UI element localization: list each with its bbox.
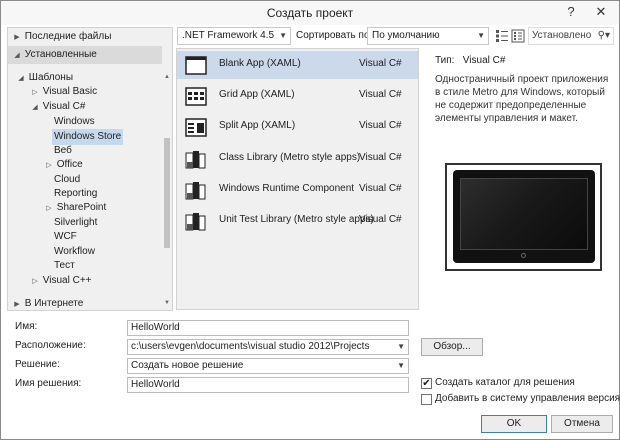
tree-visual-basic[interactable]: ▷ Visual Basic: [30, 84, 97, 100]
search-icon[interactable]: ⚲▾: [598, 28, 610, 44]
template-type: Тип: Visual C#: [435, 55, 506, 66]
chevron-down-icon: ▼: [477, 31, 485, 40]
add-vcs-label: Добавить в систему управления версиями: [435, 393, 620, 404]
tree-online[interactable]: ▶ В Интернете: [12, 296, 83, 312]
name-input[interactable]: HelloWorld: [127, 320, 409, 336]
chevron-down-icon: ▼: [279, 31, 287, 40]
collapse-arrow-icon: ◢: [32, 104, 38, 111]
tree-test[interactable]: Тест: [54, 258, 75, 274]
tree-visual-cpp[interactable]: ▷ Visual C++: [30, 273, 91, 289]
scroll-down-icon[interactable]: ▼: [162, 300, 172, 306]
sort-select[interactable]: По умолчанию ▼: [367, 27, 489, 45]
blank-app-icon: [185, 56, 207, 75]
search-installed-input[interactable]: Установлено ⚲▾: [528, 27, 614, 45]
close-button[interactable]: ✕: [587, 1, 615, 23]
collapse-arrow-icon: ◢: [14, 52, 20, 59]
framework-select[interactable]: .NET Framework 4.5 ▼: [177, 27, 291, 45]
tree-recent[interactable]: ▶ Последние файлы: [12, 29, 111, 45]
template-item-unit-test-library[interactable]: Unit Test Library (Metro style apps) Vis…: [177, 207, 418, 235]
create-dir-label: Создать каталог для решения: [435, 377, 575, 388]
add-vcs-checkbox[interactable]: [421, 394, 432, 405]
scroll-up-icon[interactable]: ▲: [162, 74, 172, 80]
template-preview-image: [445, 163, 602, 271]
sort-label: Сортировать по:: [296, 30, 373, 41]
class-library-icon: [185, 151, 206, 169]
tree-office[interactable]: ▷ Office: [44, 157, 82, 173]
tree-windows[interactable]: Windows: [54, 114, 95, 130]
template-item-split-app[interactable]: Split App (XAML) Visual C#: [177, 113, 418, 141]
solution-name-input[interactable]: HelloWorld: [127, 377, 409, 393]
expand-arrow-icon: ▶: [14, 34, 20, 41]
tree-sharepoint[interactable]: ▷ SharePoint: [44, 200, 106, 216]
new-project-dialog: Создать проект ? ✕ ▶ Последние файлы ◢ У…: [0, 0, 620, 440]
tree-installed[interactable]: ◢ Установленные: [12, 47, 97, 63]
expand-arrow-icon: ▷: [46, 162, 52, 169]
location-input[interactable]: c:\users\evgen\documents\visual studio 2…: [127, 339, 409, 355]
template-description: Одностраничный проект приложения в стиле…: [435, 74, 609, 124]
tree-scrollbar[interactable]: ▲ ▼: [162, 28, 172, 310]
collapse-arrow-icon: ◢: [18, 75, 24, 82]
create-dir-checkbox[interactable]: ✔: [421, 378, 432, 389]
name-label: Имя:: [15, 321, 38, 332]
template-item-runtime-component[interactable]: Windows Runtime Component Visual C#: [177, 176, 418, 204]
location-label: Расположение:: [15, 340, 86, 351]
chevron-down-icon: ▼: [397, 342, 405, 351]
cancel-button[interactable]: Отмена: [551, 415, 613, 433]
solution-select[interactable]: Создать новое решение ▼: [127, 358, 409, 374]
template-tree: ▶ Последние файлы ◢ Установленные ◢ Шабл…: [7, 27, 173, 311]
solution-name-label: Имя решения:: [15, 378, 82, 389]
solution-label: Решение:: [15, 359, 60, 370]
title-bar: Создать проект ? ✕: [1, 1, 619, 25]
grid-app-icon: [185, 87, 207, 106]
tree-wcf[interactable]: WCF: [54, 229, 77, 245]
expand-arrow-icon: ▶: [14, 301, 20, 308]
browse-button[interactable]: Обзор...: [421, 338, 483, 356]
ok-button[interactable]: OK: [481, 415, 547, 433]
chevron-down-icon: ▼: [397, 361, 405, 370]
template-details: Тип: Visual C# Одностраничный проект при…: [425, 49, 615, 311]
template-item-grid-app[interactable]: Grid App (XAML) Visual C#: [177, 82, 418, 110]
template-item-blank-app[interactable]: Blank App (XAML) Visual C#: [177, 51, 418, 79]
medium-icons-view-icon[interactable]: [495, 29, 509, 43]
unit-test-library-icon: [185, 213, 206, 231]
template-item-class-library[interactable]: Class Library (Metro style apps) Visual …: [177, 145, 418, 173]
template-list: Blank App (XAML) Visual C# Grid App (XAM…: [176, 48, 419, 310]
scroll-thumb[interactable]: [164, 138, 170, 248]
tablet-icon: [453, 170, 595, 263]
tree-visual-csharp[interactable]: ◢ Visual C#: [30, 99, 85, 115]
small-icons-view-icon[interactable]: [511, 29, 525, 43]
help-button[interactable]: ?: [557, 1, 585, 23]
window-title: Создать проект: [266, 6, 354, 20]
split-app-icon: [185, 118, 207, 137]
expand-arrow-icon: ▷: [32, 278, 38, 285]
runtime-component-icon: [185, 182, 206, 200]
expand-arrow-icon: ▷: [46, 205, 52, 212]
